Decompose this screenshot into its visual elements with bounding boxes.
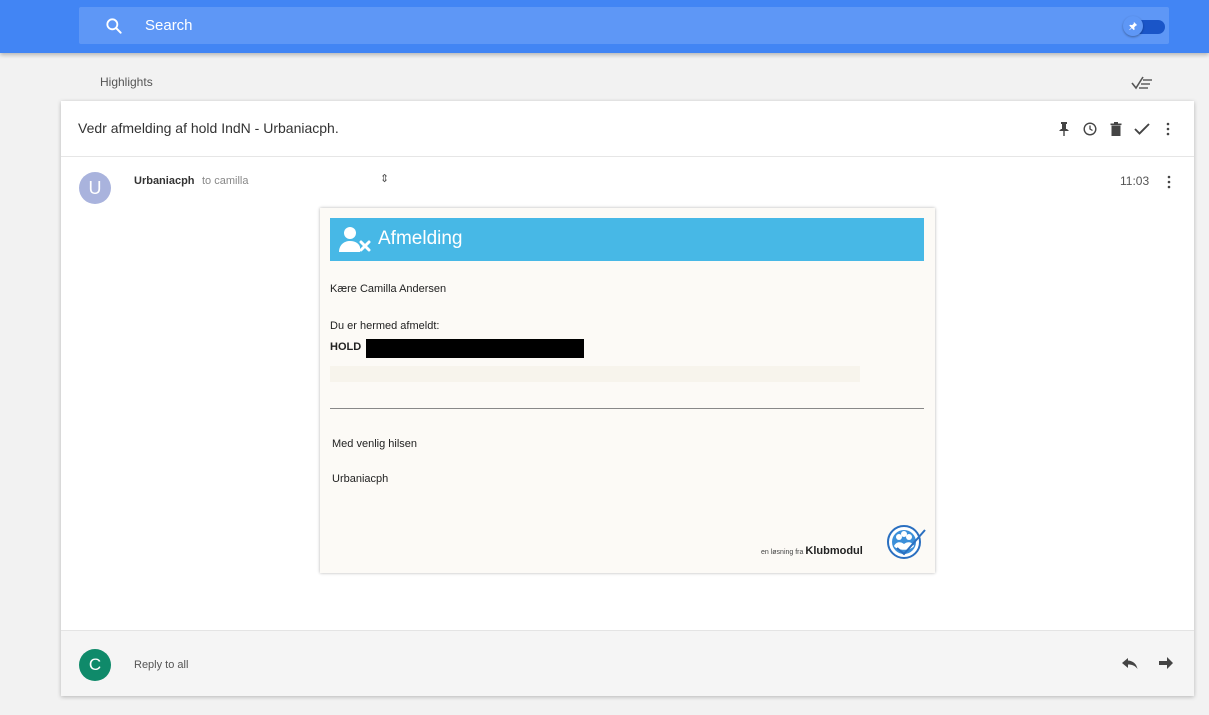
email-unsubscribed-text: Du er hermed afmeldt: bbox=[330, 320, 440, 332]
faint-bar bbox=[330, 366, 860, 382]
brand-name: Klubmodul bbox=[805, 545, 863, 557]
trash-icon bbox=[1110, 122, 1122, 136]
message-header[interactable]: U Urbaniacph to camilla ⇕ 11:03 bbox=[61, 171, 1194, 211]
search-icon bbox=[106, 18, 122, 34]
pin-icon bbox=[1129, 21, 1138, 31]
mark-done-button[interactable] bbox=[1134, 120, 1150, 138]
thread-subject: Vedr afmelding af hold IndN - Urbaniacph… bbox=[78, 120, 339, 136]
search-input[interactable]: Search bbox=[145, 17, 193, 34]
clock-icon bbox=[1083, 122, 1097, 136]
thread-actions bbox=[1056, 119, 1176, 139]
forward-icon[interactable] bbox=[1158, 655, 1174, 671]
user-avatar: C bbox=[79, 649, 111, 681]
pin-toggle[interactable] bbox=[1123, 16, 1165, 36]
brand-credit: en løsning fra Klubmodul bbox=[761, 545, 863, 557]
expand-details-icon[interactable]: ⇕ bbox=[380, 172, 389, 185]
email-signature: Urbaniacph bbox=[332, 473, 389, 485]
highlights-label: Highlights bbox=[100, 75, 153, 89]
more-vert-icon bbox=[1166, 122, 1170, 136]
more-vert-icon bbox=[1167, 175, 1171, 189]
delete-button[interactable] bbox=[1108, 120, 1124, 138]
email-banner-title: Afmelding bbox=[378, 228, 463, 249]
subject-row: Vedr afmelding af hold IndN - Urbaniacph… bbox=[61, 101, 1194, 157]
email-banner: Afmelding bbox=[330, 218, 924, 261]
klubmodul-logo-icon bbox=[887, 525, 926, 559]
reply-bar[interactable]: C Reply to all bbox=[61, 630, 1194, 696]
sender-name: Urbaniacph bbox=[134, 175, 195, 187]
email-regards: Med venlig hilsen bbox=[332, 438, 417, 450]
user-remove-icon bbox=[339, 227, 371, 252]
reply-all-input[interactable]: Reply to all bbox=[134, 659, 188, 671]
hold-label: HOLD bbox=[330, 341, 362, 353]
brand-prefix: en løsning fra bbox=[761, 549, 804, 556]
snooze-button[interactable] bbox=[1082, 120, 1098, 138]
recipient-label: to camilla bbox=[202, 175, 249, 187]
sender-avatar: U bbox=[79, 172, 111, 204]
top-bar: Search bbox=[0, 0, 1209, 53]
toggle-knob[interactable] bbox=[1123, 16, 1143, 36]
search-box[interactable]: Search bbox=[79, 7, 1169, 44]
thread-card: Vedr afmelding af hold IndN - Urbaniacph… bbox=[61, 101, 1194, 696]
reply-icon[interactable] bbox=[1121, 655, 1139, 671]
redacted-block bbox=[366, 339, 584, 358]
message-more-button[interactable] bbox=[1161, 172, 1177, 192]
check-icon bbox=[1134, 123, 1150, 135]
pin-icon bbox=[1059, 122, 1069, 136]
pin-button[interactable] bbox=[1056, 120, 1072, 138]
email-greeting: Kære Camilla Andersen bbox=[330, 283, 447, 295]
sweep-done-icon[interactable] bbox=[1130, 74, 1154, 92]
thread-more-button[interactable] bbox=[1160, 120, 1176, 138]
email-divider bbox=[330, 408, 924, 409]
email-content: Afmelding Kære Camilla Andersen Du er he… bbox=[320, 208, 935, 573]
message-time: 11:03 bbox=[1120, 174, 1150, 188]
